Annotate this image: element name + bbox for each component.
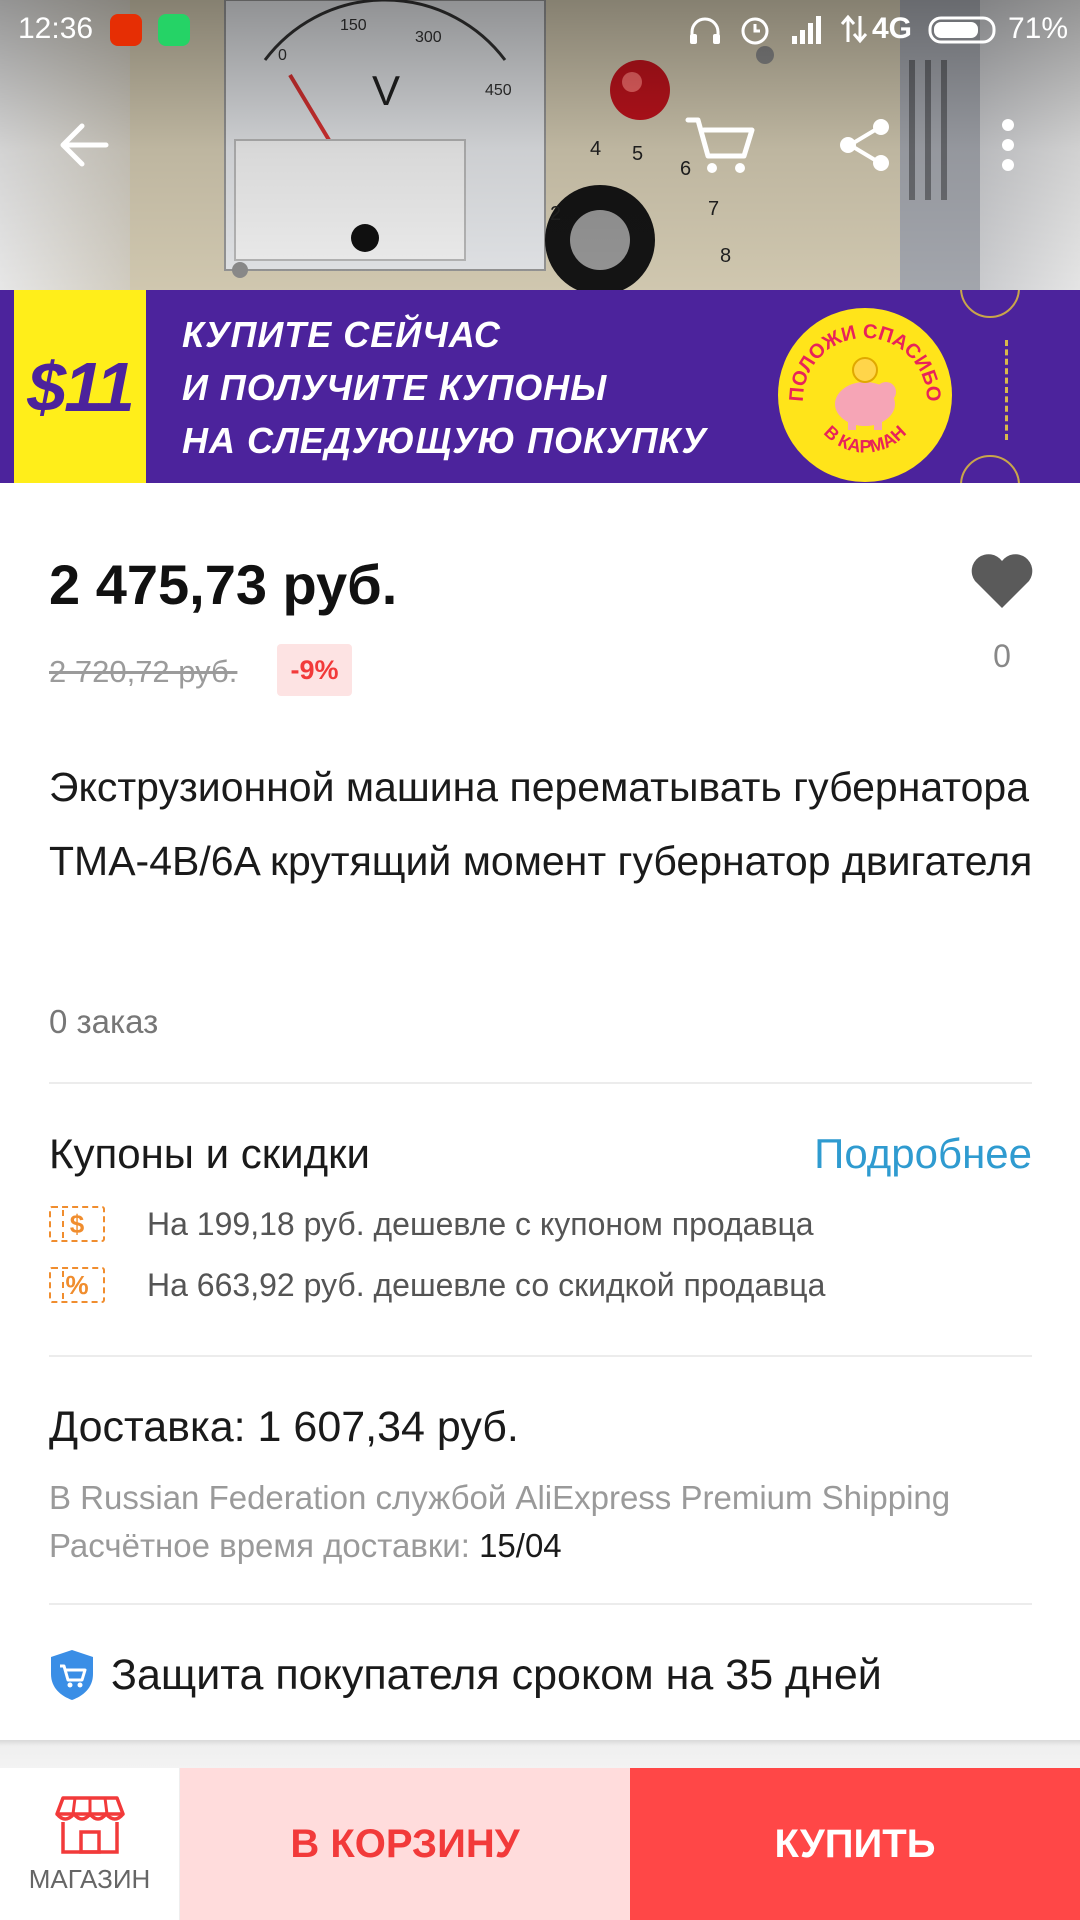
divider	[49, 1603, 1032, 1605]
aliexpress-app-icon	[110, 14, 142, 46]
promo-banner[interactable]: $11 КУПИТЕ СЕЙЧАС И ПОЛУЧИТЕ КУПОНЫ НА С…	[0, 290, 1080, 483]
add-to-cart-button[interactable]: В КОРЗИНУ	[180, 1768, 630, 1920]
coupon-dollar-icon: $	[49, 1206, 105, 1242]
promo-badge: ПОЛОЖИ СПАСИБО В КАРМАН	[778, 308, 952, 482]
discount-badge: -9%	[277, 644, 352, 696]
svg-text:В КАРМАН: В КАРМАН	[820, 422, 910, 457]
delivery-price: Доставка: 1 607,34 руб.	[49, 1403, 519, 1451]
coupon-row[interactable]: $ На 199,18 руб. дешевле с купоном прода…	[49, 1202, 1049, 1246]
divider	[49, 1082, 1032, 1084]
store-label: МАГАЗИН	[28, 1863, 151, 1894]
delivery-eta-value: 15/04	[479, 1527, 562, 1564]
promo-badge-bottom-text: В КАРМАН	[820, 422, 910, 457]
promo-line-3: НА СЛЕДУЮЩУЮ ПОКУПКУ	[182, 420, 707, 461]
bottom-action-bar: МАГАЗИН В КОРЗИНУ КУПИТЬ	[0, 1768, 1080, 1920]
promo-text: КУПИТЕ СЕЙЧАС И ПОЛУЧИТЕ КУПОНЫ НА СЛЕДУ…	[182, 308, 707, 467]
signal-icon	[792, 16, 821, 44]
buy-now-button[interactable]: КУПИТЬ	[630, 1768, 1080, 1920]
order-count: 0 заказ	[49, 1003, 159, 1040]
delivery-eta: Расчётное время доставки: 15/04	[49, 1527, 562, 1565]
headphones-icon	[690, 17, 720, 44]
data-arrows-icon	[840, 14, 868, 44]
delivery-eta-label: Расчётное время доставки:	[49, 1527, 480, 1564]
store-button[interactable]: МАГАЗИН	[0, 1768, 180, 1920]
arrow-left-icon	[60, 123, 109, 167]
promo-notch-bottom	[960, 455, 1020, 483]
store-icon	[54, 1795, 125, 1854]
coupon-text: На 199,18 руб. дешевле с купоном продавц…	[147, 1205, 814, 1242]
cart-icon	[685, 117, 755, 173]
current-price: 2 475,73 руб.	[49, 553, 398, 616]
battery-icon	[928, 16, 996, 44]
piggy-bank-icon: ПОЛОЖИ СПАСИБО В КАРМАН	[786, 321, 945, 457]
whatsapp-app-icon	[158, 14, 190, 46]
promo-divider	[1005, 340, 1008, 440]
battery-percent: 71%	[1008, 12, 1069, 45]
promo-amount: $11	[14, 290, 146, 483]
share-icon	[840, 119, 889, 171]
back-button[interactable]	[44, 105, 124, 185]
wishlist-count: 0	[993, 638, 1011, 674]
wishlist-button[interactable]	[966, 548, 1038, 612]
delivery-method: В Russian Federation службой AliExpress …	[49, 1479, 951, 1516]
alarm-icon	[741, 17, 769, 45]
coupons-heading: Купоны и скидки	[49, 1130, 370, 1177]
coupons-more-link[interactable]: Подробнее	[814, 1130, 1032, 1178]
coupon-row[interactable]: % На 663,92 руб. дешевле со скидкой прод…	[49, 1263, 1049, 1307]
bottom-bar-shadow	[0, 1740, 1080, 1768]
coupon-percent-icon: %	[49, 1267, 105, 1303]
more-vert-icon	[1002, 119, 1014, 171]
buyer-protection[interactable]: Защита покупателя сроком на 35 дней	[49, 1648, 882, 1702]
product-title: Экструзионной машина перематывать губерн…	[49, 764, 1033, 884]
buyer-protection-text: Защита покупателя сроком на 35 дней	[111, 1650, 882, 1699]
product-page: 0150300450 V 456782 12:36	[0, 0, 1080, 1920]
coupon-text: На 663,92 руб. дешевле со скидкой продав…	[147, 1266, 826, 1303]
original-price: 2 720,72 руб.	[49, 654, 238, 689]
more-options-button[interactable]	[968, 105, 1048, 185]
shield-cart-icon	[51, 1650, 93, 1700]
divider	[49, 1355, 1032, 1357]
promo-line-1: КУПИТЕ СЕЙЧАС	[182, 314, 501, 355]
share-button[interactable]	[824, 105, 904, 185]
status-time: 12:36	[18, 12, 94, 45]
heart-icon	[971, 554, 1033, 608]
promo-notch-top	[960, 290, 1020, 318]
promo-line-2: И ПОЛУЧИТЕ КУПОНЫ	[182, 367, 608, 408]
status-bar: 12:36 4G 71%	[0, 0, 1080, 60]
cart-button[interactable]	[680, 105, 760, 185]
network-type: 4G	[872, 12, 913, 45]
